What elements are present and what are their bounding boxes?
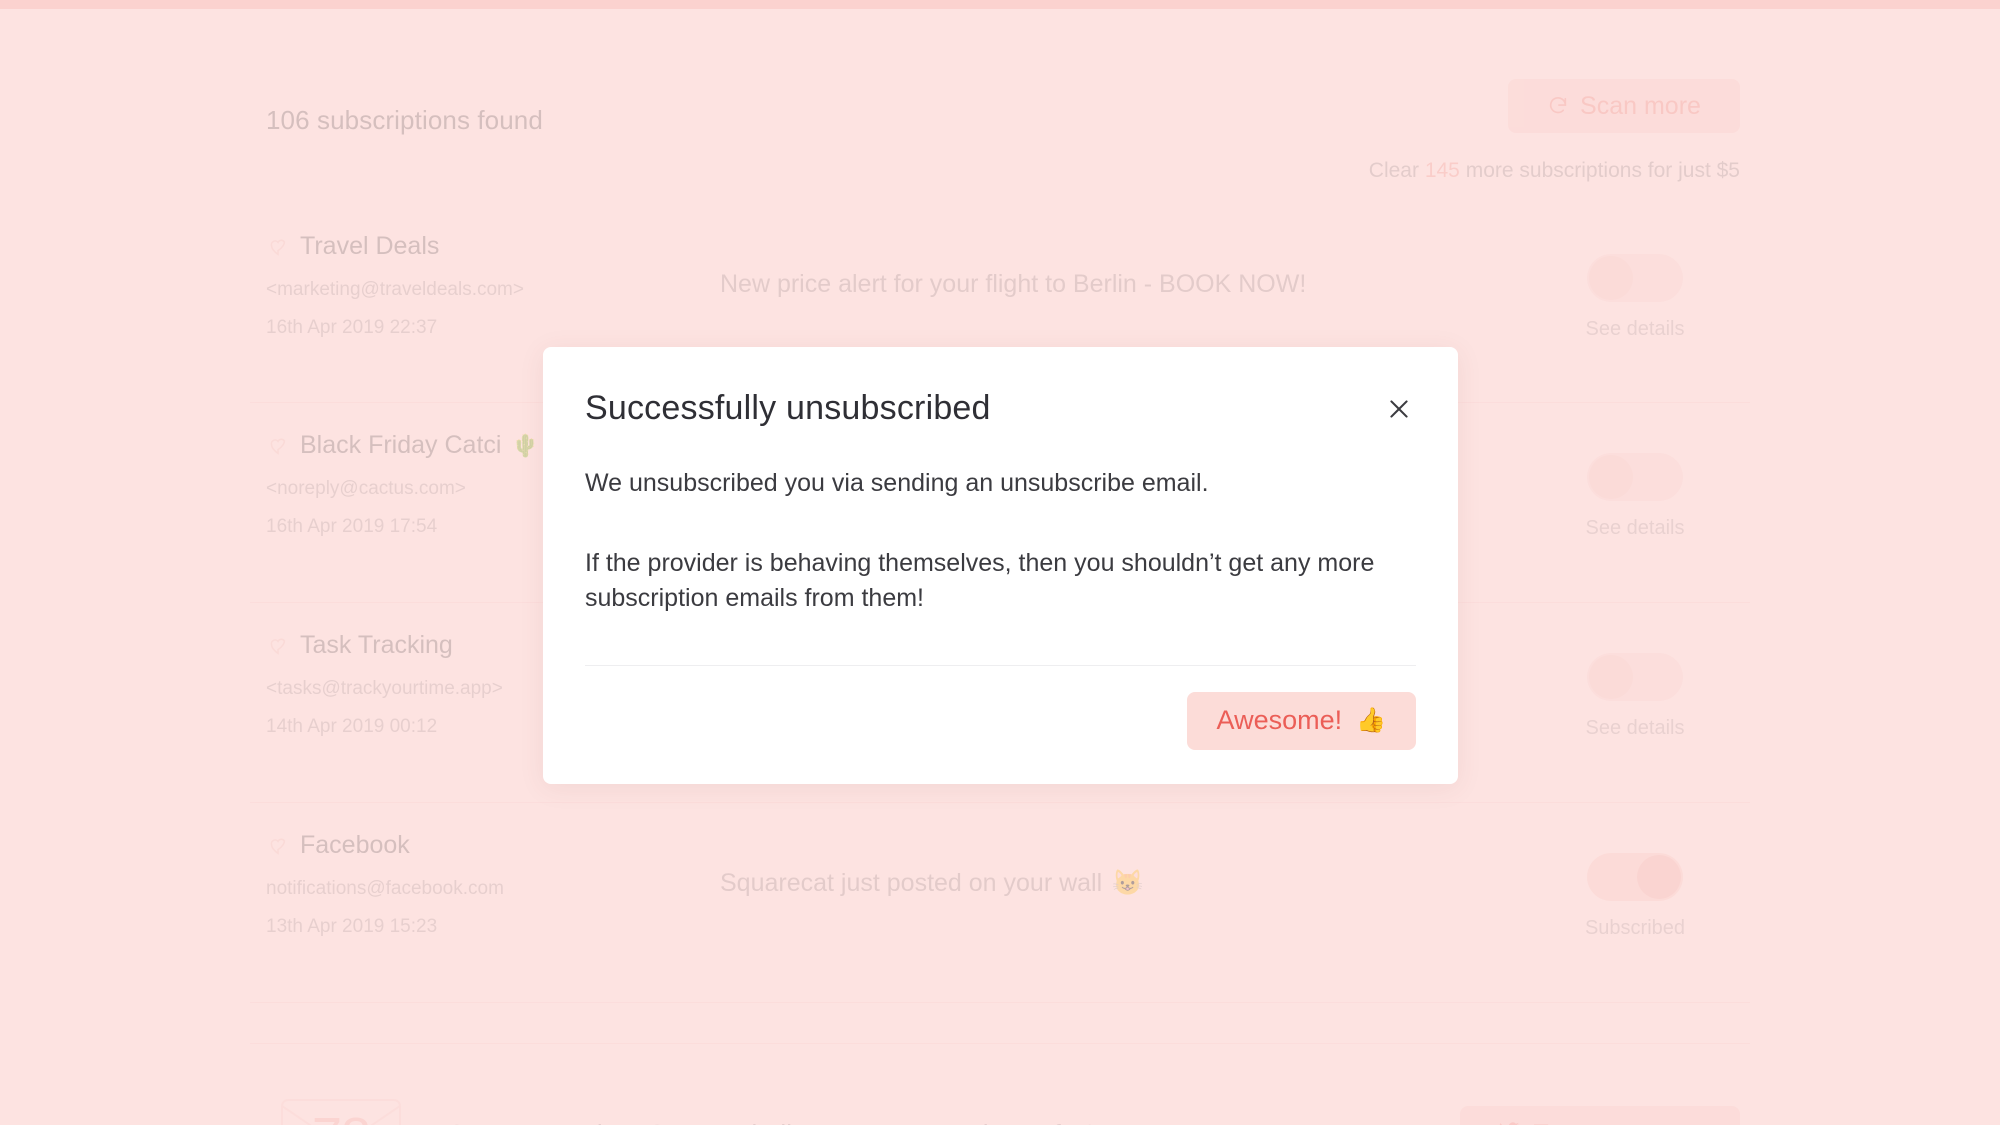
modal-overlay: Successfully unsubscribed We unsubscribe…	[0, 0, 2000, 1125]
modal-header: Successfully unsubscribed	[585, 389, 1416, 428]
modal-divider	[585, 664, 1416, 666]
modal-footer: Awesome! 👍	[585, 691, 1416, 750]
close-button[interactable]	[1382, 393, 1416, 427]
modal-paragraph-2: If the provider is behaving themselves, …	[585, 548, 1375, 613]
confirm-label: Awesome!	[1216, 705, 1343, 735]
close-icon	[1386, 396, 1412, 425]
thumbs-up-icon: 👍	[1356, 707, 1386, 734]
unsubscribe-success-modal: Successfully unsubscribed We unsubscribe…	[543, 347, 1458, 784]
confirm-button[interactable]: Awesome! 👍	[1186, 691, 1416, 750]
page-title: Successfully unsubscribed	[585, 389, 991, 427]
modal-paragraph-1: We unsubscribed you via sending an unsub…	[585, 469, 1209, 497]
modal-body: We unsubscribed you via sending an unsub…	[585, 466, 1416, 617]
